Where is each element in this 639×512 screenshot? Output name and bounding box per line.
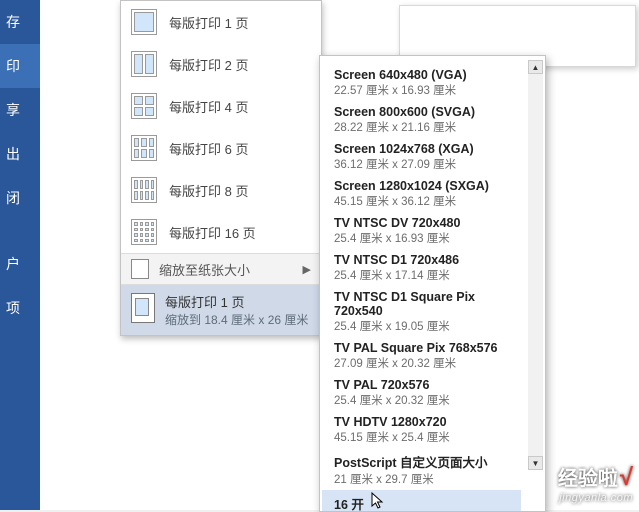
check-icon: √ xyxy=(620,464,633,491)
nav-label: 印 xyxy=(6,56,20,76)
pages-6-icon xyxy=(131,135,157,161)
pages-label: 每版打印 16 页 xyxy=(169,223,256,242)
pages-label: 每版打印 4 页 xyxy=(169,97,248,116)
pages-label: 每版打印 2 页 xyxy=(169,55,248,74)
size-sub: 25.4 厘米 x 17.14 厘米 xyxy=(334,267,519,283)
size-title: PostScript 自定义页面大小 xyxy=(334,452,519,471)
pages-label: 每版打印 1 页 xyxy=(169,13,248,32)
size-sub: 45.15 厘米 x 36.12 厘米 xyxy=(334,193,519,209)
current-scale-sub: 缩放到 18.4 厘米 x 26 厘米 xyxy=(165,311,311,328)
pages-option-4[interactable]: 每版打印 4 页 xyxy=(121,85,321,127)
size-title: 16 开 xyxy=(334,494,519,512)
scale-header-label: 缩放至纸张大小 xyxy=(159,260,250,279)
pages-1-icon xyxy=(131,9,157,35)
watermark-sub: jingyanla.com xyxy=(558,492,633,504)
size-title: Screen 1024x768 (XGA) xyxy=(334,142,519,156)
size-option-pal[interactable]: TV PAL 720x576 25.4 厘米 x 20.32 厘米 xyxy=(332,374,521,411)
size-title: TV NTSC DV 720x480 xyxy=(334,216,519,230)
nav-label: 出 xyxy=(6,144,20,164)
nav-options[interactable]: 项 xyxy=(0,286,40,330)
size-sub: 25.4 厘米 x 19.05 厘米 xyxy=(334,318,519,334)
nav-label: 项 xyxy=(6,298,20,318)
size-sub: 45.15 厘米 x 25.4 厘米 xyxy=(334,429,519,445)
size-title: TV NTSC D1 Square Pix 720x540 xyxy=(334,290,519,318)
nav-label: 户 xyxy=(6,254,20,274)
chevron-right-icon: ▶ xyxy=(303,263,311,276)
size-sub: 21 厘米 x 29.7 厘米 xyxy=(334,471,519,487)
pages-label: 每版打印 6 页 xyxy=(169,139,248,158)
nav-account[interactable]: 户 xyxy=(0,242,40,286)
nav-label: 存 xyxy=(6,12,20,32)
size-title: Screen 640x480 (VGA) xyxy=(334,68,519,82)
scale-to-paper-size[interactable]: 缩放至纸张大小 ▶ xyxy=(121,253,321,285)
size-sub: 28.22 厘米 x 21.16 厘米 xyxy=(334,119,519,135)
size-sub: 27.09 厘米 x 20.32 厘米 xyxy=(334,355,519,371)
pages-8-icon xyxy=(131,177,157,203)
size-option-ntsc-dv[interactable]: TV NTSC DV 720x480 25.4 厘米 x 16.93 厘米 xyxy=(332,212,521,249)
pages-option-2[interactable]: 每版打印 2 页 xyxy=(121,43,321,85)
scrollbar-track[interactable] xyxy=(528,60,543,470)
content-area: 每版打印 1 页 每版打印 2 页 每版打印 4 页 每版打印 6 页 每版打印… xyxy=(40,0,639,510)
backstage-sidebar: 存 印 享 出 闭 户 项 xyxy=(0,0,40,510)
pages-2-icon xyxy=(131,51,157,77)
size-option-sxga[interactable]: Screen 1280x1024 (SXGA) 45.15 厘米 x 36.12… xyxy=(332,175,521,212)
size-sub: 25.4 厘米 x 16.93 厘米 xyxy=(334,230,519,246)
document-icon xyxy=(131,259,149,279)
size-option-hdtv[interactable]: TV HDTV 1280x720 45.15 厘米 x 25.4 厘米 xyxy=(332,411,521,448)
size-option-pal-square[interactable]: TV PAL Square Pix 768x576 27.09 厘米 x 20.… xyxy=(332,337,521,374)
pages-label: 每版打印 8 页 xyxy=(169,181,248,200)
size-option-vga[interactable]: Screen 640x480 (VGA) 22.57 厘米 x 16.93 厘米 xyxy=(332,64,521,101)
pages-4-icon xyxy=(131,93,157,119)
pages-option-8[interactable]: 每版打印 8 页 xyxy=(121,169,321,211)
size-option-ntsc-d1[interactable]: TV NTSC D1 720x486 25.4 厘米 x 17.14 厘米 xyxy=(332,249,521,286)
nav-share[interactable]: 享 xyxy=(0,88,40,132)
size-title: TV NTSC D1 720x486 xyxy=(334,253,519,267)
size-sub: 22.57 厘米 x 16.93 厘米 xyxy=(334,82,519,98)
nav-export[interactable]: 出 xyxy=(0,132,40,176)
nav-print[interactable]: 印 xyxy=(0,44,40,88)
size-title: TV HDTV 1280x720 xyxy=(334,415,519,429)
size-title: Screen 800x600 (SVGA) xyxy=(334,105,519,119)
nav-label: 闭 xyxy=(6,188,20,208)
pages-16-icon xyxy=(131,219,157,245)
paper-size-submenu: ▲ ▼ Screen 640x480 (VGA) 22.57 厘米 x 16.9… xyxy=(319,55,546,512)
size-sub: 25.4 厘米 x 20.32 厘米 xyxy=(334,392,519,408)
nav-close[interactable]: 闭 xyxy=(0,176,40,220)
size-sub: 36.12 厘米 x 27.09 厘米 xyxy=(334,156,519,172)
size-option-ntsc-d1-square[interactable]: TV NTSC D1 Square Pix 720x540 25.4 厘米 x … xyxy=(332,286,521,337)
size-option-xga[interactable]: Screen 1024x768 (XGA) 36.12 厘米 x 27.09 厘… xyxy=(332,138,521,175)
size-title: Screen 1280x1024 (SXGA) xyxy=(334,179,519,193)
size-option-postscript-custom[interactable]: PostScript 自定义页面大小 21 厘米 x 29.7 厘米 xyxy=(332,448,521,490)
pages-per-sheet-menu: 每版打印 1 页 每版打印 2 页 每版打印 4 页 每版打印 6 页 每版打印… xyxy=(120,0,322,336)
pages-option-6[interactable]: 每版打印 6 页 xyxy=(121,127,321,169)
size-title: TV PAL Square Pix 768x576 xyxy=(334,341,519,355)
pages-option-1[interactable]: 每版打印 1 页 xyxy=(121,1,321,43)
scroll-down-button[interactable]: ▼ xyxy=(528,456,543,470)
watermark: 经验啦√ jingyanla.com xyxy=(558,462,633,504)
size-option-16k[interactable]: 16 开 18.4 厘米 x 26 厘米 xyxy=(322,490,521,512)
watermark-main: 经验啦 xyxy=(558,468,618,490)
nav-label: 享 xyxy=(6,100,20,120)
size-title: TV PAL 720x576 xyxy=(334,378,519,392)
size-option-svga[interactable]: Screen 800x600 (SVGA) 28.22 厘米 x 21.16 厘… xyxy=(332,101,521,138)
scroll-up-button[interactable]: ▲ xyxy=(528,60,543,74)
nav-save[interactable]: 存 xyxy=(0,0,40,44)
pages-option-16[interactable]: 每版打印 16 页 xyxy=(121,211,321,253)
paper-size-list: Screen 640x480 (VGA) 22.57 厘米 x 16.93 厘米… xyxy=(320,58,525,508)
